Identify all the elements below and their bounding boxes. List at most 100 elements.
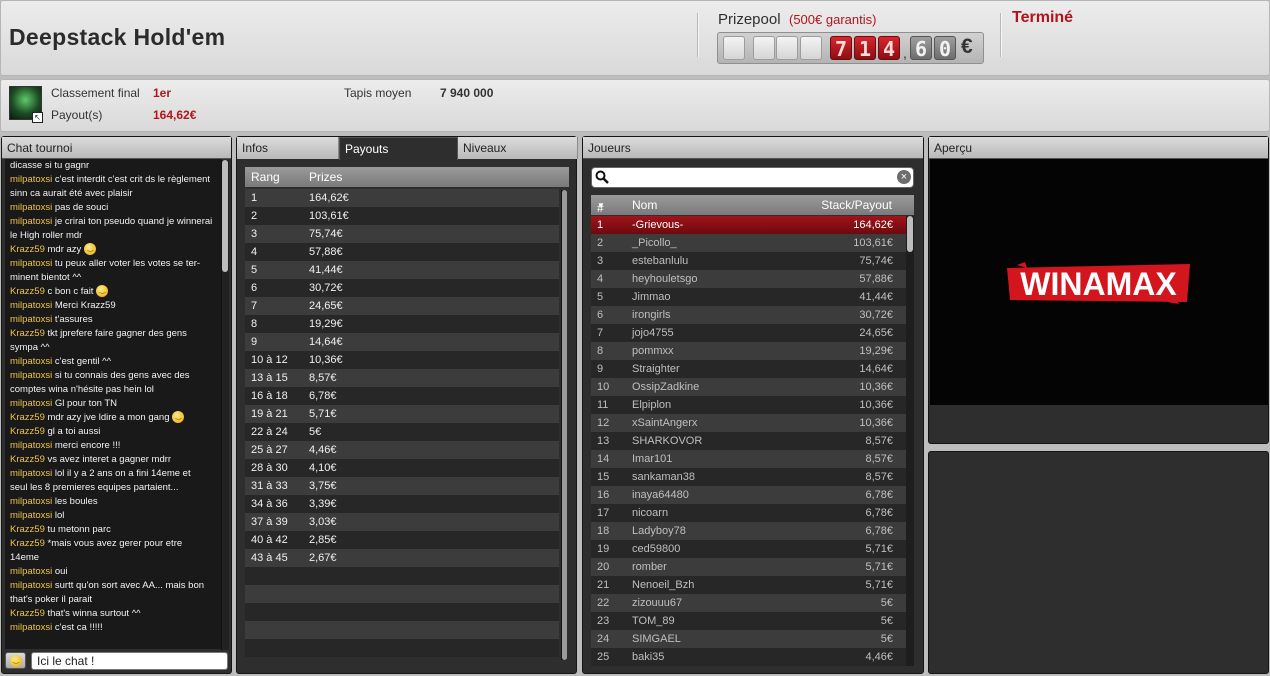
- col-stack-header[interactable]: Stack/Payout: [821, 198, 892, 212]
- player-name: inaya64480: [632, 489, 689, 501]
- tab-infos[interactable]: Infos: [237, 137, 339, 159]
- chat-username[interactable]: Krazz59: [10, 426, 45, 437]
- chat-text: seul les 8 premieres equipes partaient..…: [10, 482, 179, 493]
- chat-username[interactable]: milpatoxsi: [10, 622, 52, 633]
- player-row[interactable]: 19 ced59800 5,71€: [591, 540, 906, 558]
- digit-7: 4: [878, 36, 900, 61]
- payout-rank: 9: [251, 336, 258, 348]
- header-divider-2: [1000, 13, 1002, 57]
- chat-text: comptes wina n'hésite pas hein lol: [10, 384, 154, 395]
- player-rank: 20: [597, 561, 610, 573]
- chat-username[interactable]: milpatoxsi: [10, 510, 52, 521]
- player-row[interactable]: 24 SIMGAEL 5€: [591, 630, 906, 648]
- chat-message: milpatoxsi je crirai ton pseudo quand je…: [5, 215, 222, 229]
- chat-input[interactable]: [31, 652, 228, 670]
- chat-username[interactable]: milpatoxsi: [10, 356, 52, 367]
- chat-username[interactable]: milpatoxsi: [10, 440, 52, 451]
- chat-username[interactable]: milpatoxsi: [10, 496, 52, 507]
- player-row[interactable]: 21 Nenoeil_Bzh 5,71€: [591, 576, 906, 594]
- chat-username[interactable]: milpatoxsi: [10, 258, 52, 269]
- player-rank: 22: [597, 597, 610, 609]
- clear-search-icon[interactable]: ×: [897, 170, 911, 184]
- chat-username[interactable]: Krazz59: [10, 608, 45, 619]
- payout-row: 7 24,65€: [245, 297, 559, 315]
- player-rank: 24: [597, 633, 610, 645]
- chat-username[interactable]: Krazz59: [10, 524, 45, 535]
- player-row[interactable]: 20 romber 5,71€: [591, 558, 906, 576]
- player-payout: 10,36€: [859, 399, 893, 411]
- player-row[interactable]: 16 inaya64480 6,78€: [591, 486, 906, 504]
- chat-text: c'est ca !!!!!: [54, 622, 103, 633]
- player-row[interactable]: 1 -Grievous- 164,62€: [591, 216, 906, 234]
- chat-username[interactable]: milpatoxsi: [10, 300, 52, 311]
- player-row[interactable]: 11 Elpiplon 10,36€: [591, 396, 906, 414]
- currency-symbol: €: [961, 35, 973, 58]
- payout-row: 28 à 30 4,10€: [245, 459, 559, 477]
- chat-username[interactable]: Krazz59: [10, 244, 45, 255]
- payout-scroll-thumb[interactable]: [562, 190, 567, 660]
- chat-username[interactable]: milpatoxsi: [10, 314, 52, 325]
- player-row[interactable]: 12 xSaintAngerx 10,36€: [591, 414, 906, 432]
- chat-username[interactable]: milpatoxsi: [10, 202, 52, 213]
- payout-prize: 3,03€: [309, 516, 337, 528]
- players-scrollbar[interactable]: [906, 216, 914, 666]
- player-row[interactable]: 3 estebanlulu 75,74€: [591, 252, 906, 270]
- player-row[interactable]: 8 pommxx 19,29€: [591, 342, 906, 360]
- avg-stack-value: 7 940 000: [440, 86, 494, 100]
- chat-messages[interactable]: dicasse si tu gagnr milpatoxsi c'est inte…: [5, 159, 222, 649]
- player-search-input[interactable]: [591, 167, 914, 188]
- player-row[interactable]: 22 zizouuu67 5€: [591, 594, 906, 612]
- chat-message: that's poker il parait: [5, 593, 222, 607]
- payout-row: 6 30,72€: [245, 279, 559, 297]
- player-name: SIMGAEL: [632, 633, 681, 645]
- chat-username[interactable]: Krazz59: [10, 286, 45, 297]
- player-payout: 6,78€: [865, 507, 893, 519]
- player-payout: 8,57€: [865, 453, 893, 465]
- player-payout: 6,78€: [865, 525, 893, 537]
- preview-panel-title: Aperçu: [929, 137, 1268, 159]
- chat-username[interactable]: Krazz59: [10, 328, 45, 339]
- player-row[interactable]: 18 Ladyboy78 6,78€: [591, 522, 906, 540]
- header-divider: [697, 13, 699, 57]
- chat-text: *mais vous avez gerer pour etre: [47, 538, 183, 549]
- chat-username[interactable]: milpatoxsi: [10, 468, 52, 479]
- players-scroll-thumb[interactable]: [907, 216, 913, 252]
- player-row[interactable]: 15 sankaman38 8,57€: [591, 468, 906, 486]
- player-row[interactable]: 2 _Picollo_ 103,61€: [591, 234, 906, 252]
- player-row[interactable]: 4 heyhouletsgo 57,88€: [591, 270, 906, 288]
- chat-username[interactable]: Krazz59: [10, 412, 45, 423]
- player-payout: 5,71€: [865, 543, 893, 555]
- player-name: -Grievous-: [632, 219, 684, 231]
- chat-username[interactable]: milpatoxsi: [10, 216, 52, 227]
- player-row[interactable]: 25 baki35 4,46€: [591, 648, 906, 666]
- chat-scroll-thumb[interactable]: [222, 160, 228, 272]
- chat-username[interactable]: milpatoxsi: [10, 580, 52, 591]
- tab-payouts[interactable]: Payouts: [339, 137, 458, 160]
- player-payout: 6,78€: [865, 489, 893, 501]
- player-row[interactable]: 9 Straighter 14,64€: [591, 360, 906, 378]
- chat-message: milpatoxsi pas de souci: [5, 201, 222, 215]
- chat-username[interactable]: Krazz59: [10, 538, 45, 549]
- emoji-button[interactable]: ‿: [5, 652, 26, 669]
- chat-username[interactable]: milpatoxsi: [10, 174, 52, 185]
- chat-username[interactable]: milpatoxsi: [10, 370, 52, 381]
- player-row[interactable]: 6 irongirls 30,72€: [591, 306, 906, 324]
- payout-value: 164,62€: [153, 108, 197, 122]
- player-rank: 5: [597, 291, 604, 303]
- player-row[interactable]: 14 Imar101 8,57€: [591, 450, 906, 468]
- player-row[interactable]: 17 nicoarn 6,78€: [591, 504, 906, 522]
- player-row[interactable]: 10 OssipZadkine 10,36€: [591, 378, 906, 396]
- player-row[interactable]: 7 jojo4755 24,65€: [591, 324, 906, 342]
- chat-message: milpatoxsi lol: [5, 509, 222, 523]
- player-row[interactable]: 13 SHARKOVOR 8,57€: [591, 432, 906, 450]
- col-name-header[interactable]: Nom: [632, 198, 657, 212]
- smiley-icon: ‿: [10, 655, 22, 667]
- chat-username[interactable]: milpatoxsi: [10, 566, 52, 577]
- tab-niveaux[interactable]: Niveaux: [458, 137, 578, 159]
- player-name: romber: [632, 561, 667, 573]
- chat-username[interactable]: Krazz59: [10, 454, 45, 465]
- player-row[interactable]: 5 Jimmao 41,44€: [591, 288, 906, 306]
- chat-username[interactable]: milpatoxsi: [10, 398, 52, 409]
- payout-row: 4 57,88€: [245, 243, 559, 261]
- player-row[interactable]: 23 TOM_89 5€: [591, 612, 906, 630]
